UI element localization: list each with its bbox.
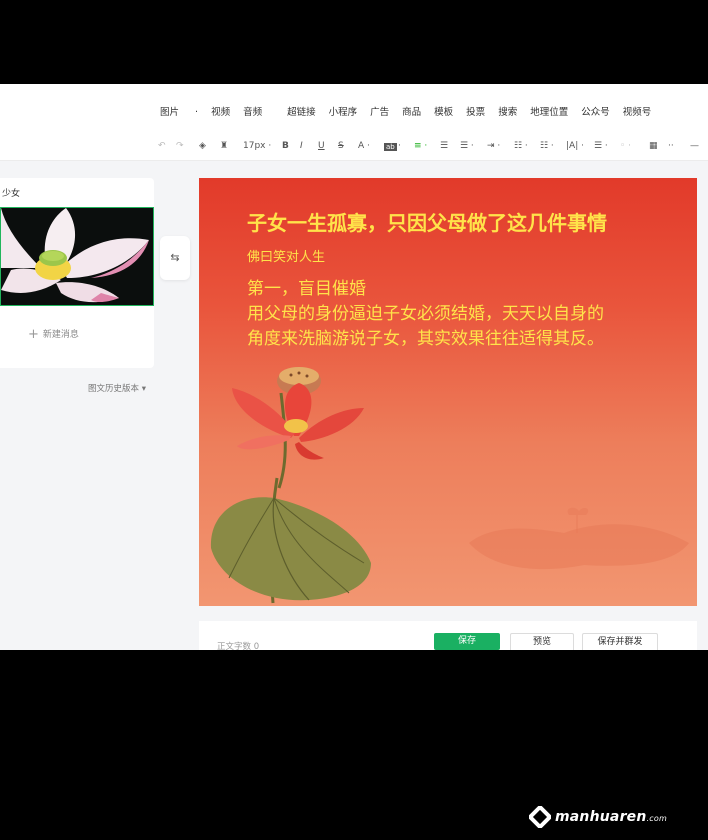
menu-image[interactable]: 图片 · [160,104,198,118]
footer-bar: 正文字数 0 保存 预览 保存并群发 [199,621,697,650]
letter-spacing-icon[interactable]: |A| · [566,141,584,151]
menu-image-label: 图片 [160,107,180,118]
menu-miniprogram[interactable]: 小程序 [329,104,358,118]
menu-template[interactable]: 模板 [434,104,453,118]
article-section-heading: 第一，盲目催婚 [247,279,366,299]
article-cover-editor[interactable]: 子女一生孤寡，只因父母做了这几件事情 佛曰笑对人生 第一，盲目催婚 用父母的身份… [199,178,697,606]
article-author: 佛曰笑对人生 [247,250,326,265]
list-icon[interactable]: ☰ · [594,141,608,151]
watermark-suffix: .com [646,814,667,823]
article-list-card: 少女 + 新建消息 [0,178,154,368]
horizontal-rule-icon[interactable]: — [690,141,699,151]
menu-search[interactable]: 搜索 [498,104,517,118]
redo-icon[interactable]: ↷ [176,141,184,151]
plus-icon: + [28,327,39,342]
history-versions-dropdown[interactable]: 图文历史版本 ▾ [88,382,146,394]
history-label: 图文历史版本 [88,384,140,394]
new-message-button[interactable]: + 新建消息 [28,327,79,342]
save-button[interactable]: 保存 [434,633,500,650]
font-color-icon[interactable]: A · [358,141,370,151]
swap-icon[interactable]: ⇆ [160,236,190,280]
align-justify-icon[interactable]: ☰ · [460,141,474,151]
menu-audio[interactable]: 音频 [243,104,262,118]
menu-vote[interactable]: 投票 [466,104,485,118]
article-main-title: 子女一生孤寡，只因父母做了这几件事情 [247,211,607,235]
menu-official-account[interactable]: 公众号 [581,104,610,118]
menu-video[interactable]: 视频 [211,104,230,118]
format-painter-icon[interactable]: ◈ [199,141,206,151]
article-body-line-1: 用父母的身份逼迫子女必须结婚，天天以自身的 [247,304,604,324]
article-body-line-2: 角度来洗脑游说子女，其实效果往往适得其反。 [247,329,604,349]
align-left-icon[interactable]: ≡ · [414,141,427,151]
strikethrough-icon[interactable]: S [338,141,344,151]
insert-menu: 图片 · 视频 音频 超链接 小程序 广告 商品 模板 投票 搜索 地理位置 公… [160,104,664,118]
article-title-label[interactable]: 少女 [2,186,20,199]
font-size-value: 17px [243,141,266,151]
undo-icon[interactable]: ↶ [158,141,166,151]
watermark-main: manhuaren [555,809,647,825]
table-icon[interactable]: ▦ [649,141,658,151]
menu-ad[interactable]: 广告 [370,104,389,118]
top-menu-bar: 图片 · 视频 音频 超链接 小程序 广告 商品 模板 投票 搜索 地理位置 公… [0,84,708,136]
highlight-icon[interactable]: ab [384,143,397,151]
background-lotus-silhouette [469,507,689,570]
bold-icon[interactable]: B [282,141,289,151]
menu-channels[interactable]: 视频号 [623,104,652,118]
watermark-logo-icon [529,806,551,828]
article-cover-thumbnail[interactable] [0,207,154,306]
line-spacing-icon[interactable]: ☷ · [514,141,528,151]
watermark: manhuaren.com [529,805,667,829]
paragraph-spacing-icon[interactable]: ☷ · [540,141,554,151]
indent-icon[interactable]: ⇥ · [487,141,500,151]
underline-icon[interactable]: U [318,141,325,151]
align-center-icon[interactable]: ☰ [440,141,448,151]
lotus-illustration [210,367,371,604]
divider-style-icon[interactable]: ◦ · [620,141,631,151]
highlight-dropdown-icon[interactable]: · [398,141,401,151]
lotus-thumbnail-image [1,208,153,305]
menu-product[interactable]: 商品 [402,104,421,118]
new-message-label: 新建消息 [42,330,79,340]
word-count: 正文字数 0 [217,642,260,650]
menu-location[interactable]: 地理位置 [530,104,568,118]
preview-button[interactable]: 预览 [510,633,574,650]
menu-hyperlink[interactable]: 超链接 [287,104,316,118]
editor-window: 图片 · 视频 音频 超链接 小程序 广告 商品 模板 投票 搜索 地理位置 公… [0,84,708,650]
font-size-select[interactable]: 17px · [243,141,271,151]
italic-icon[interactable]: I [300,141,303,151]
watermark-text: manhuaren.com [555,809,667,825]
save-and-send-button[interactable]: 保存并群发 [582,633,658,650]
more-icon[interactable]: ·· [668,141,674,151]
format-toolbar: ↶ ↷ ◈ ♜ 17px · B I U S A · ab · ≡ · ☰ ☰ … [0,136,708,161]
clear-format-icon[interactable]: ♜ [220,141,228,151]
